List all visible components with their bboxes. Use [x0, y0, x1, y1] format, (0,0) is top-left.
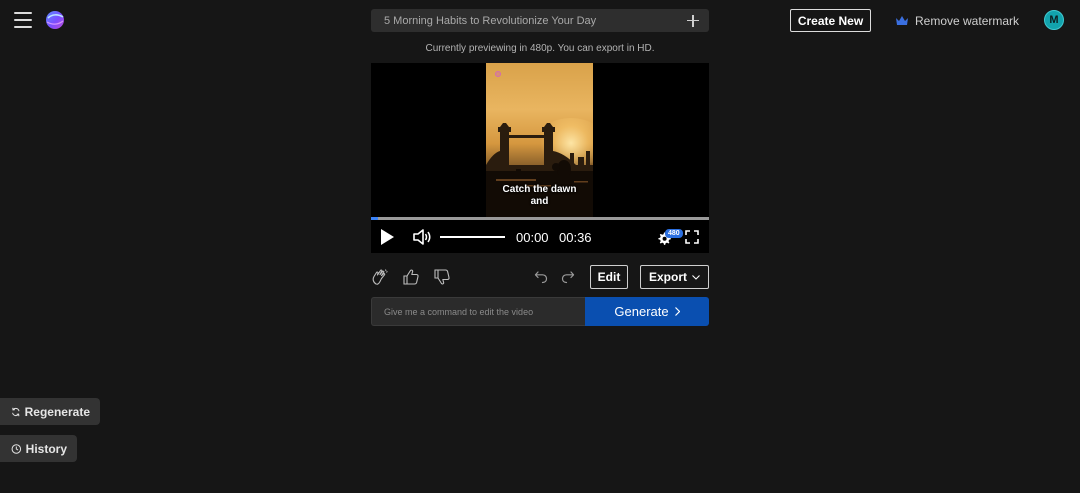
- chevron-right-icon: [674, 307, 680, 316]
- project-title[interactable]: 5 Morning Habits to Revolutionize Your D…: [384, 15, 687, 27]
- command-input[interactable]: [371, 297, 585, 326]
- play-icon[interactable]: [378, 228, 396, 246]
- volume-fill: [440, 236, 505, 238]
- generate-label: Generate: [614, 304, 669, 319]
- video-caption: Catch the dawn and: [486, 184, 593, 208]
- redo-icon[interactable]: [561, 270, 575, 284]
- plus-icon[interactable]: [687, 14, 699, 27]
- clap-icon[interactable]: [371, 268, 389, 286]
- thumbs-down-icon[interactable]: [433, 268, 451, 286]
- generate-button[interactable]: Generate: [585, 297, 709, 326]
- crown-icon: [896, 16, 908, 25]
- thumbs-up-icon[interactable]: [402, 268, 420, 286]
- undo-icon[interactable]: [534, 270, 548, 284]
- preview-note: Currently previewing in 480p. You can ex…: [425, 43, 655, 54]
- avatar[interactable]: M: [1044, 10, 1064, 30]
- clock-icon: [11, 443, 22, 454]
- menu-icon[interactable]: [14, 12, 32, 28]
- player-controls: 00:00 00:36 480: [371, 220, 709, 253]
- volume-icon[interactable]: [413, 229, 432, 245]
- history-button[interactable]: History: [0, 435, 77, 462]
- caption-line-2: and: [530, 196, 549, 207]
- fullscreen-icon[interactable]: [685, 230, 699, 244]
- video-player[interactable]: Catch the dawn and 00:00 00:36 480: [371, 63, 709, 253]
- create-new-button[interactable]: Create New: [790, 9, 871, 32]
- project-title-bar[interactable]: 5 Morning Habits to Revolutionize Your D…: [371, 9, 709, 32]
- caption-line-1: Catch the dawn: [502, 184, 577, 195]
- refresh-icon: [12, 407, 20, 416]
- chevron-down-icon: [692, 274, 700, 280]
- export-button[interactable]: Export: [640, 265, 709, 289]
- edit-button[interactable]: Edit: [590, 265, 628, 289]
- volume-slider[interactable]: [440, 236, 505, 238]
- regenerate-button[interactable]: Regenerate: [0, 398, 100, 425]
- export-label: Export: [648, 270, 687, 284]
- time-current: 00:00: [516, 230, 549, 245]
- history-label: History: [25, 441, 67, 456]
- record-indicator: [495, 71, 501, 77]
- remove-watermark-button[interactable]: Remove watermark: [896, 13, 1019, 29]
- quality-badge: 480: [665, 229, 683, 238]
- remove-watermark-label: Remove watermark: [915, 14, 1020, 28]
- app-logo[interactable]: [44, 9, 66, 31]
- video-frame: Catch the dawn and: [486, 63, 593, 218]
- regenerate-label: Regenerate: [24, 404, 90, 419]
- time-duration: 00:36: [559, 230, 592, 245]
